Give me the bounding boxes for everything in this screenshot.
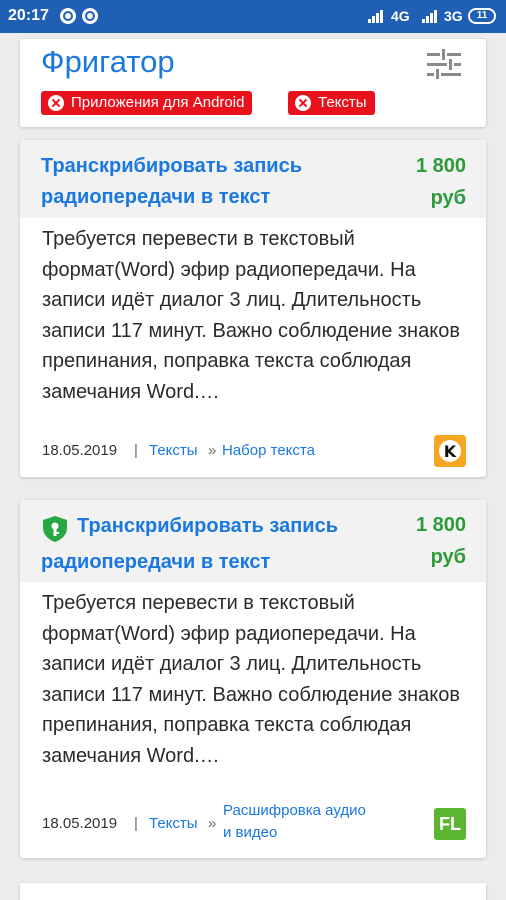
status-bar: 20:17 4G 3G 11 (0, 0, 506, 33)
subcategory-link[interactable]: Набор текста (222, 442, 315, 459)
status-time: 20:17 (8, 7, 49, 24)
job-card[interactable] (20, 883, 486, 900)
meta-separator: | (134, 815, 138, 832)
category-link[interactable]: Тексты (149, 815, 198, 832)
job-title[interactable]: Транскрибировать запись радиопередачи в … (41, 510, 351, 578)
breadcrumb-separator: » (208, 442, 217, 459)
job-date: 18.05.2019 (42, 442, 118, 459)
filter-settings-icon[interactable] (427, 49, 461, 79)
breadcrumb-separator: » (208, 815, 217, 832)
job-title[interactable]: Транскрибировать запись радиопередачи в … (41, 150, 341, 214)
signal-icon (422, 10, 437, 23)
fl-icon[interactable]: FL (434, 808, 466, 840)
job-price: 1 800 руб (415, 155, 466, 209)
filter-chip-texts[interactable]: Тексты (288, 91, 375, 115)
app-title: Фригатор (41, 44, 175, 79)
job-card[interactable]: Транскрибировать запись радиопередачи в … (20, 140, 486, 477)
battery-icon: 11 (468, 8, 496, 24)
filter-chip-label: Тексты (318, 94, 367, 111)
svg-text:K: K (444, 442, 457, 461)
job-card[interactable]: Транскрибировать запись радиопередачи в … (20, 500, 486, 858)
remove-filter-icon[interactable] (295, 95, 311, 111)
job-date: 18.05.2019 (42, 815, 118, 832)
signal-icon (368, 10, 383, 23)
filter-chip-android[interactable]: Приложения для Android (41, 91, 253, 115)
notification-icon (82, 8, 98, 24)
job-price: 1 800 руб (415, 514, 466, 568)
category-link[interactable]: Тексты (149, 442, 198, 459)
network-type-label: 4G (391, 8, 410, 24)
filter-chip-label: Приложения для Android (71, 94, 245, 111)
header-card: Фригатор Приложения для Android Тексты (20, 39, 486, 127)
job-description: Требуется перевести в текстовый формат(W… (42, 592, 460, 767)
meta-separator: | (134, 442, 138, 459)
kwork-icon[interactable]: K (434, 435, 466, 467)
notification-icon (60, 8, 76, 24)
job-description: Требуется перевести в текстовый формат(W… (42, 228, 460, 403)
subcategory-link[interactable]: Расшифровка аудио и видео (223, 802, 366, 841)
network-type-label: 3G (444, 8, 463, 24)
remove-filter-icon[interactable] (48, 95, 64, 111)
